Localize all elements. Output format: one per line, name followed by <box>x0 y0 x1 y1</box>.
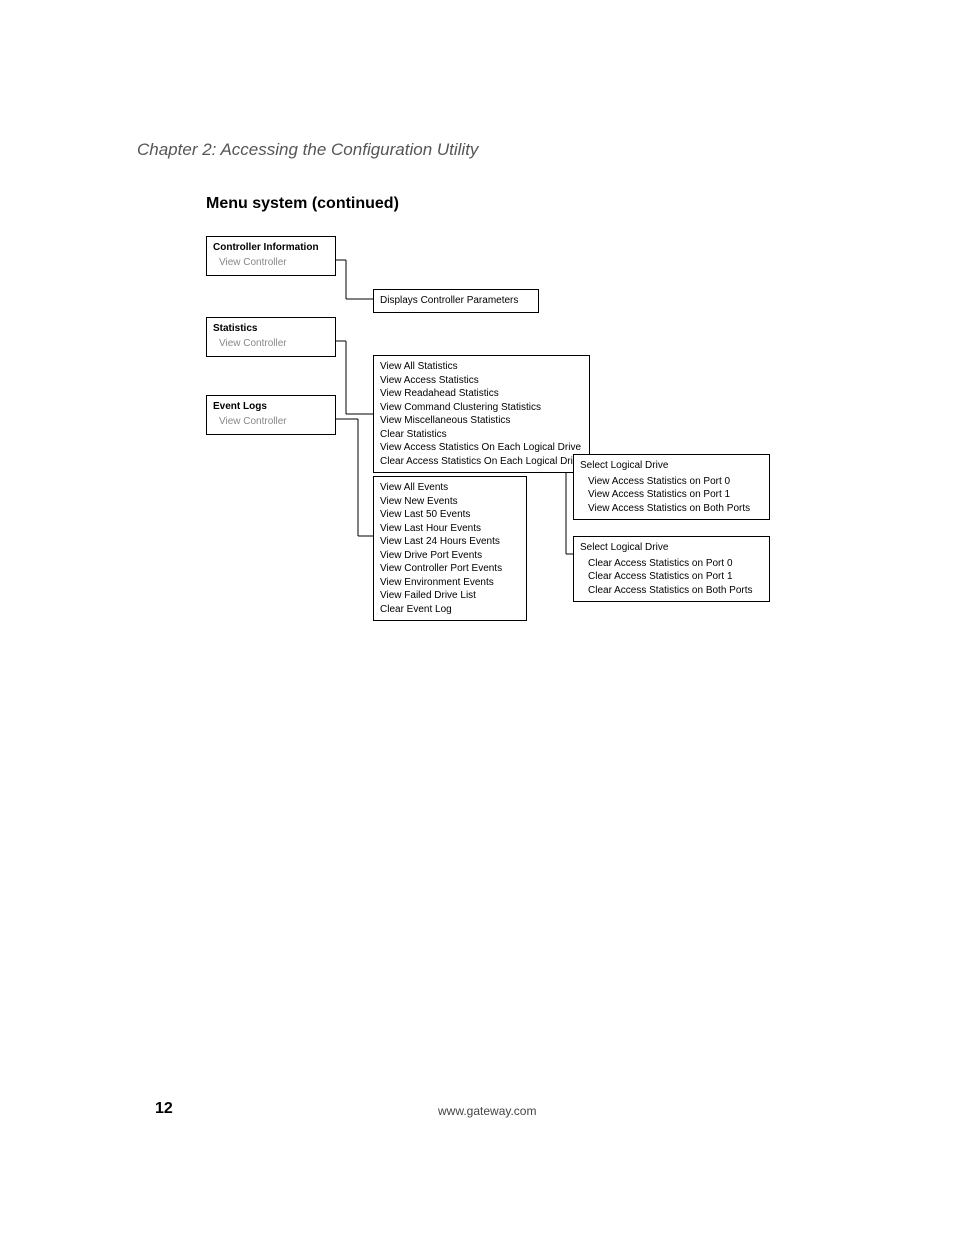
stat-item: View All Statistics <box>380 360 583 374</box>
statistics-box: Statistics View Controller <box>206 317 336 357</box>
stat-item: View Access Statistics On Each Logical D… <box>380 441 583 455</box>
event-item: View Controller Port Events <box>380 562 520 576</box>
event-item: View Drive Port Events <box>380 549 520 563</box>
event-item: View Last Hour Events <box>380 522 520 536</box>
clear-ld-item: Clear Access Statistics on Port 1 <box>588 570 763 584</box>
page-number: 12 <box>155 1100 173 1118</box>
stat-item: View Command Clustering Statistics <box>380 401 583 415</box>
clear-ld-item: Clear Access Statistics on Port 0 <box>588 557 763 571</box>
statistics-title: Statistics <box>213 322 329 336</box>
event-item: View Last 24 Hours Events <box>380 535 520 549</box>
stat-item: View Access Statistics <box>380 374 583 388</box>
view-ld-box: Select Logical Drive View Access Statist… <box>573 454 770 520</box>
document-page: Chapter 2: Accessing the Configuration U… <box>0 0 954 1235</box>
controller-params-text: Displays Controller Parameters <box>380 294 532 308</box>
event-logs-title: Event Logs <box>213 400 329 414</box>
section-heading: Menu system (continued) <box>206 195 399 213</box>
controller-params-box: Displays Controller Parameters <box>373 289 539 313</box>
event-logs-box: Event Logs View Controller <box>206 395 336 435</box>
chapter-heading: Chapter 2: Accessing the Configuration U… <box>137 140 478 160</box>
controller-info-item: View Controller <box>219 256 329 270</box>
footer-url: www.gateway.com <box>438 1104 536 1118</box>
view-ld-item: View Access Statistics on Port 1 <box>588 488 763 502</box>
clear-ld-header: Select Logical Drive <box>580 541 763 555</box>
statistics-item: View Controller <box>219 337 329 351</box>
event-item: View Failed Drive List <box>380 589 520 603</box>
event-logs-item: View Controller <box>219 415 329 429</box>
event-item: View Last 50 Events <box>380 508 520 522</box>
menu-diagram: Controller Information View Controller D… <box>206 236 926 666</box>
controller-info-box: Controller Information View Controller <box>206 236 336 276</box>
stat-item: Clear Statistics <box>380 428 583 442</box>
controller-info-title: Controller Information <box>213 241 329 255</box>
stat-item: View Readahead Statistics <box>380 387 583 401</box>
event-logs-list: View All Events View New Events View Las… <box>373 476 527 621</box>
event-item: Clear Event Log <box>380 603 520 617</box>
event-item: View New Events <box>380 495 520 509</box>
stat-item: View Miscellaneous Statistics <box>380 414 583 428</box>
view-ld-item: View Access Statistics on Both Ports <box>588 502 763 516</box>
clear-ld-item: Clear Access Statistics on Both Ports <box>588 584 763 598</box>
stat-item: Clear Access Statistics On Each Logical … <box>380 455 583 469</box>
event-item: View All Events <box>380 481 520 495</box>
clear-ld-box: Select Logical Drive Clear Access Statis… <box>573 536 770 602</box>
view-ld-header: Select Logical Drive <box>580 459 763 473</box>
statistics-list: View All Statistics View Access Statisti… <box>373 355 590 473</box>
view-ld-item: View Access Statistics on Port 0 <box>588 475 763 489</box>
event-item: View Environment Events <box>380 576 520 590</box>
